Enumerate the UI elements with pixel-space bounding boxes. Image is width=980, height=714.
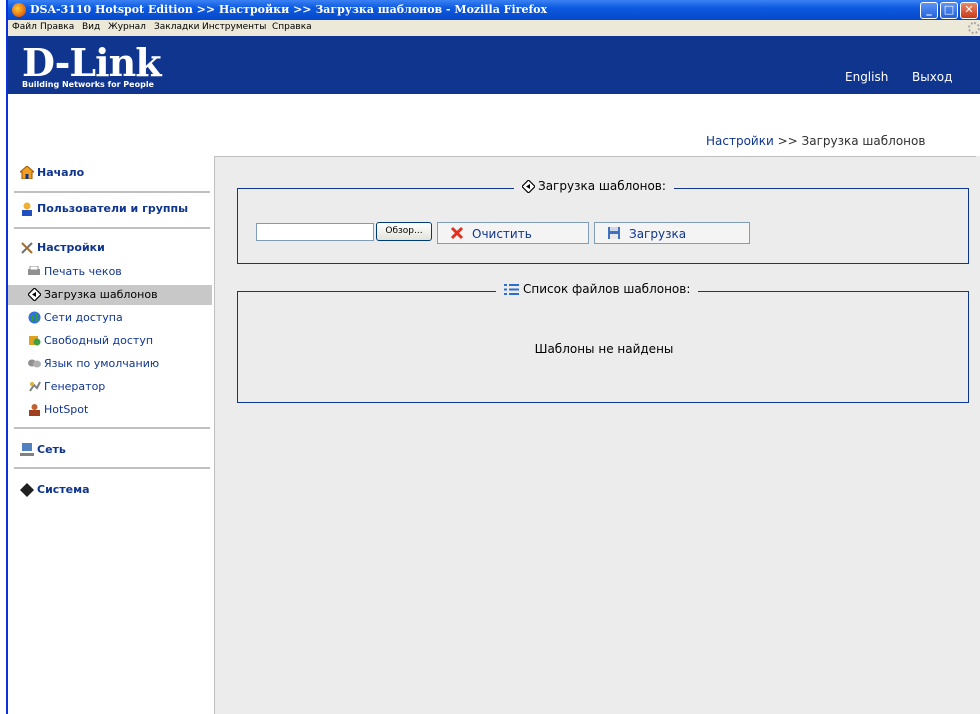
sidebar-item-label: HotSpot xyxy=(44,403,89,416)
logout-link[interactable]: Выход xyxy=(912,70,952,84)
browser-window: DSA-3110 Hotspot Edition >> Настройки >>… xyxy=(6,0,980,714)
right-edge xyxy=(976,156,980,714)
sidebar: Начало Пользователи и группы Настройки П… xyxy=(8,156,212,714)
upload-fieldset: Загрузка шаблонов: Обзор... Очистить Заг… xyxy=(237,179,969,264)
firefox-icon xyxy=(12,3,26,17)
browse-button[interactable]: Обзор... xyxy=(376,222,432,241)
dlink-logo: D-Link xyxy=(22,40,162,85)
menu-view[interactable]: Вид xyxy=(82,22,100,32)
system-icon xyxy=(20,483,34,497)
list-icon xyxy=(504,284,519,295)
minimize-button[interactable]: _ xyxy=(920,2,938,19)
free-access-icon xyxy=(29,336,41,346)
sidebar-item-label: Начало xyxy=(37,166,85,179)
empty-templates-message: Шаблоны не найдены xyxy=(534,342,674,356)
home-icon xyxy=(20,166,34,179)
sidebar-item-generator[interactable]: Генератор xyxy=(8,377,212,397)
sidebar-item-free-access[interactable]: Свободный доступ xyxy=(8,331,212,351)
tools-icon xyxy=(21,242,33,254)
sidebar-item-label: Сеть xyxy=(37,443,66,456)
generator-icon xyxy=(29,381,41,392)
english-link[interactable]: English xyxy=(845,70,888,84)
maximize-button[interactable]: □ xyxy=(940,2,958,19)
sidebar-divider xyxy=(14,227,210,229)
sidebar-divider xyxy=(14,467,210,469)
sidebar-item-label: Пользователи и группы xyxy=(37,202,189,215)
templates-legend: Список файлов шаблонов: xyxy=(496,282,699,296)
globe-icon xyxy=(28,311,41,324)
menu-history[interactable]: Журнал xyxy=(108,22,146,32)
menu-bar: Файл Правка Вид Журнал Закладки Инструме… xyxy=(8,20,980,36)
breadcrumb-settings-link[interactable]: Настройки xyxy=(706,134,774,148)
upload-legend-text: Загрузка шаблонов: xyxy=(538,179,666,193)
hotspot-icon xyxy=(29,404,40,416)
upload-button-label: Загрузка xyxy=(629,227,687,241)
upload-legend: Загрузка шаблонов: xyxy=(514,179,674,193)
file-path-input[interactable] xyxy=(256,223,374,241)
sidebar-item-default-language[interactable]: Язык по умолчанию xyxy=(8,354,212,374)
breadcrumb-separator: >> xyxy=(777,134,798,148)
page-content: D-Link Building Networks for People Engl… xyxy=(8,36,980,714)
title-bar: DSA-3110 Hotspot Edition >> Настройки >>… xyxy=(8,0,980,20)
sidebar-item-label: Язык по умолчанию xyxy=(44,357,160,370)
clear-button-label: Очистить xyxy=(472,227,532,241)
clear-button[interactable]: Очистить xyxy=(437,222,589,244)
diamond-arrow-icon xyxy=(28,288,41,301)
main-panel: Загрузка шаблонов: Обзор... Очистить Заг… xyxy=(214,156,976,714)
sidebar-item-label: Свободный доступ xyxy=(44,334,154,347)
menu-help[interactable]: Справка xyxy=(272,22,312,32)
menu-edit[interactable]: Правка xyxy=(40,22,74,32)
sidebar-item-label: Сети доступа xyxy=(44,311,123,324)
logo-tagline: Building Networks for People xyxy=(22,80,154,89)
sidebar-item-label: Загрузка шаблонов xyxy=(44,288,158,301)
red-x-icon xyxy=(450,226,464,240)
sidebar-item-access-networks[interactable]: Сети доступа xyxy=(8,308,212,328)
page-header: D-Link Building Networks for People Engl… xyxy=(8,36,980,94)
printer-icon xyxy=(28,266,40,275)
window-title: DSA-3110 Hotspot Edition >> Настройки >>… xyxy=(30,3,548,16)
sidebar-item-label: Настройки xyxy=(37,241,105,254)
save-disk-icon xyxy=(608,227,620,239)
menu-tools[interactable]: Инструменты xyxy=(202,22,266,32)
throbber-icon xyxy=(968,22,980,34)
sidebar-item-receipt-print[interactable]: Печать чеков xyxy=(8,262,212,282)
sidebar-item-label: Печать чеков xyxy=(44,265,122,278)
sidebar-divider xyxy=(14,191,210,193)
sidebar-item-hotspot[interactable]: HotSpot xyxy=(8,400,212,420)
sidebar-divider xyxy=(14,427,210,429)
menu-file[interactable]: Файл xyxy=(12,22,37,32)
templates-fieldset: Список файлов шаблонов: Шаблоны не найде… xyxy=(237,282,969,403)
diamond-arrow-icon xyxy=(522,180,535,193)
sidebar-item-label: Система xyxy=(37,483,90,496)
sidebar-item-template-upload[interactable]: Загрузка шаблонов xyxy=(8,285,212,305)
users-icon xyxy=(22,202,32,216)
breadcrumb: Настройки >> Загрузка шаблонов xyxy=(706,134,925,148)
language-icon xyxy=(28,359,41,368)
menu-bookmarks[interactable]: Закладки xyxy=(154,22,200,32)
sidebar-item-label: Генератор xyxy=(44,380,106,393)
close-button[interactable]: ✕ xyxy=(960,2,978,19)
network-icon xyxy=(20,443,34,456)
templates-legend-text: Список файлов шаблонов: xyxy=(523,282,691,296)
breadcrumb-current: Загрузка шаблонов xyxy=(801,134,926,148)
upload-button[interactable]: Загрузка xyxy=(594,222,750,244)
